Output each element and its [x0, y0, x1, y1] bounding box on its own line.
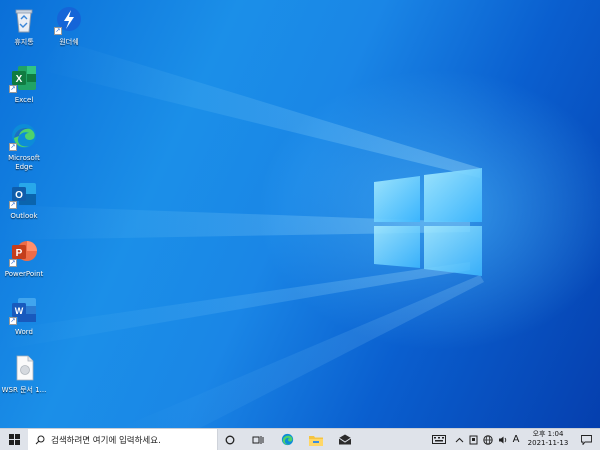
shortcut-arrow-icon: ↗ — [9, 85, 17, 93]
search-placeholder: 검색하려면 여기에 입력하세요. — [51, 435, 161, 446]
keyboard-icon — [432, 435, 446, 444]
speaker-icon — [499, 436, 507, 443]
mail-button[interactable] — [332, 429, 358, 450]
powerpoint-icon: P ↗ — [9, 237, 39, 267]
keyboard-tray-button[interactable] — [428, 429, 450, 450]
task-view-button[interactable] — [245, 429, 271, 450]
shortcut-arrow-icon: ↗ — [9, 259, 17, 267]
start-button[interactable] — [0, 429, 28, 450]
windows-start-icon — [8, 434, 20, 445]
taskbar-search-box[interactable]: 검색하려면 여기에 입력하세요. — [28, 429, 218, 450]
notification-icon — [580, 434, 592, 445]
shortcut-arrow-icon: ↗ — [9, 201, 17, 209]
recycle-bin-icon — [9, 5, 39, 35]
shortcut-arrow-icon: ↗ — [9, 317, 17, 325]
shortcut-arrow-icon: ↗ — [9, 143, 17, 151]
desktop-icon-recycle-bin[interactable]: 휴지통 — [0, 5, 48, 47]
taskbar-edge-button[interactable] — [274, 429, 300, 450]
edge-icon — [281, 433, 293, 446]
task-view-icon — [252, 435, 264, 444]
system-clock[interactable]: 오후 1:04 2021-11-13 — [520, 430, 576, 448]
desktop-icon-label: WSR 문서 1... — [1, 386, 47, 394]
svg-text:X: X — [16, 74, 23, 85]
desktop-icon-label: Excel — [14, 96, 34, 104]
tray-device-button[interactable] — [466, 429, 480, 450]
desktop-icon-label: 휴지통 — [14, 38, 34, 46]
search-icon — [35, 435, 45, 444]
desktop-icon-label: 원더쉐 — [59, 38, 79, 46]
volume-button[interactable] — [496, 429, 510, 450]
svg-text:O: O — [15, 190, 23, 201]
word-icon: W ↗ — [9, 295, 39, 325]
windows-logo-wallpaper — [374, 168, 482, 276]
desktop-icon-powerpoint[interactable]: P ↗ PowerPoint — [0, 237, 48, 279]
svg-text:P: P — [16, 248, 23, 259]
file-icon — [9, 353, 39, 383]
desktop-icon-app[interactable]: ↗ 원더쉐 — [45, 5, 93, 47]
wallpaper-light-beams — [0, 40, 484, 428]
outlook-icon: O ↗ — [9, 179, 39, 209]
desktop-icon-word[interactable]: W ↗ Word — [0, 295, 48, 337]
excel-icon: X ↗ — [9, 63, 39, 93]
shortcut-arrow-icon: ↗ — [54, 27, 62, 35]
cortana-button[interactable] — [218, 429, 242, 450]
desktop-icon-label: Outlook — [10, 212, 38, 220]
desktop-icon-label: Microsoft Edge — [8, 154, 40, 171]
svg-text:W: W — [15, 306, 24, 316]
desktop-icon-outlook[interactable]: O ↗ Outlook — [0, 179, 48, 221]
mail-icon — [338, 434, 352, 445]
file-explorer-button[interactable] — [303, 429, 329, 450]
notifications-button[interactable] — [576, 429, 596, 450]
network-button[interactable] — [480, 429, 496, 450]
cortana-circle-icon — [225, 435, 235, 444]
desktop-icon-label: PowerPoint — [4, 270, 44, 278]
desktop-icon-excel[interactable]: X ↗ Excel — [0, 63, 48, 105]
desktop-icon-document[interactable]: WSR 문서 1... — [0, 353, 48, 395]
folder-icon — [309, 435, 323, 446]
chevron-up-icon — [455, 437, 463, 442]
ime-indicator: A — [512, 434, 520, 445]
device-icon — [469, 435, 477, 444]
app-bolt-icon: ↗ — [54, 5, 84, 35]
clock-time: 오후 1:04 — [532, 430, 564, 438]
show-hidden-icons-button[interactable] — [452, 429, 466, 450]
taskbar: 검색하려면 여기에 입력하세요. A 오후 1:04 2021-11-13 — [0, 428, 600, 450]
desktop-background: 휴지통 ↗ 원더쉐 X ↗ Excel ↗ Microsoft Edge O ↗… — [0, 0, 600, 428]
clock-date: 2021-11-13 — [527, 439, 569, 447]
desktop-icon-edge[interactable]: ↗ Microsoft Edge — [0, 121, 48, 172]
globe-network-icon — [483, 434, 493, 445]
desktop-icon-label: Word — [15, 328, 33, 336]
edge-icon: ↗ — [9, 121, 39, 151]
